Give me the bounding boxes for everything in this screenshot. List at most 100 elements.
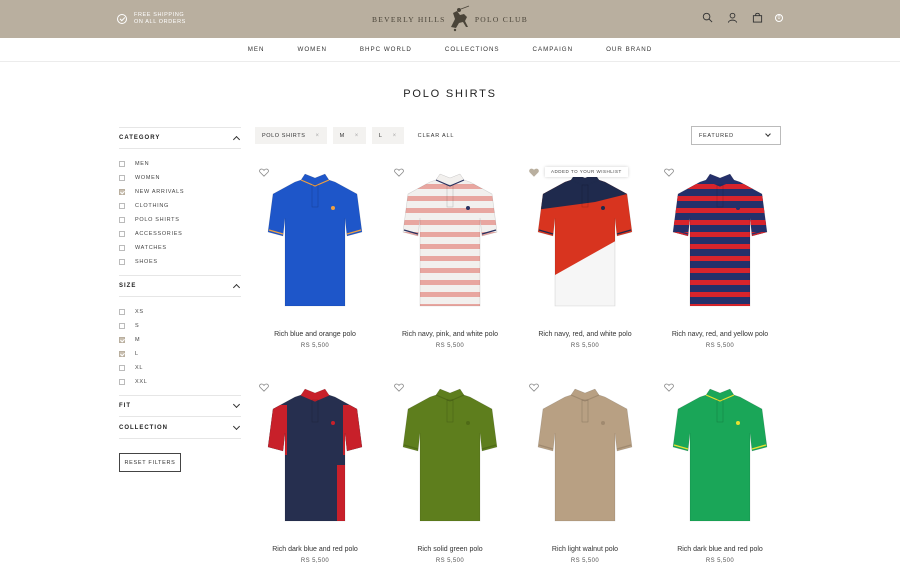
checkbox[interactable] (119, 189, 125, 195)
product-image[interactable] (265, 385, 365, 525)
fit-filter-header[interactable]: FIT (119, 395, 241, 417)
shopping-bag-icon[interactable] (752, 12, 763, 23)
checkbox[interactable] (119, 203, 125, 209)
nav-item-bhpc-world[interactable]: BHPC WORLD (360, 46, 412, 53)
wishlist-heart-icon[interactable] (259, 168, 269, 177)
checkbox[interactable] (119, 309, 125, 315)
product-name[interactable]: Rich navy, red, and yellow polo (660, 331, 780, 338)
category-option[interactable]: MEN (119, 157, 241, 171)
category-title: CATEGORY (119, 135, 161, 141)
checkbox[interactable] (119, 337, 125, 343)
checkbox[interactable] (119, 379, 125, 385)
polo-shirt-image[interactable] (265, 385, 365, 525)
product-image[interactable] (535, 385, 635, 525)
nav-item-collections[interactable]: COLLECTIONS (445, 46, 500, 53)
wishlist-heart-icon[interactable] (664, 168, 674, 177)
option-label: ACCESSORIES (135, 231, 183, 237)
product-name[interactable]: Rich dark blue and red polo (255, 546, 375, 553)
category-option[interactable]: WATCHES (119, 241, 241, 255)
product-card[interactable]: Rich navy, pink, and white polo RS 5,500 (390, 160, 510, 360)
size-filter-header[interactable]: SIZE (119, 275, 241, 297)
checkbox[interactable] (119, 217, 125, 223)
logo-text-left: BEVERLY HILLS (372, 14, 446, 24)
chip-label: POLO SHIRTS (262, 132, 306, 139)
filter-chip-m[interactable]: M × (332, 127, 366, 144)
bag-count-badge: 0 (775, 14, 783, 22)
size-option[interactable]: XS (119, 305, 241, 319)
checkbox[interactable] (119, 323, 125, 329)
polo-shirt-image[interactable] (400, 385, 500, 525)
product-name[interactable]: Rich navy, pink, and white polo (390, 331, 510, 338)
product-card[interactable]: Rich dark blue and red polo RS 5,500 (660, 375, 780, 568)
category-option[interactable]: CLOTHING (119, 199, 241, 213)
nav-item-our-brand[interactable]: OUR BRAND (606, 46, 652, 53)
category-option[interactable]: SHOES (119, 255, 241, 269)
polo-shirt-image[interactable] (535, 385, 635, 525)
category-filter-header[interactable]: CATEGORY (119, 127, 241, 149)
page-title: POLO SHIRTS (403, 88, 497, 100)
product-image[interactable] (670, 385, 770, 525)
product-card[interactable]: Rich dark blue and red polo RS 5,500 (255, 375, 375, 568)
close-icon[interactable]: × (393, 133, 397, 139)
polo-shirt-image[interactable] (400, 170, 500, 310)
product-image[interactable] (670, 170, 770, 310)
wishlist-heart-icon[interactable] (529, 168, 539, 177)
product-image[interactable] (400, 170, 500, 310)
sort-select[interactable]: FEATURED (691, 126, 781, 145)
wishlist-heart-icon[interactable] (664, 383, 674, 392)
product-name[interactable]: Rich navy, red, and white polo (525, 331, 645, 338)
clear-all-link[interactable]: CLEAR ALL (418, 133, 455, 139)
size-option[interactable]: L (119, 347, 241, 361)
product-name[interactable]: Rich blue and orange polo (255, 331, 375, 338)
wishlist-heart-icon[interactable] (259, 383, 269, 392)
collection-filter-header[interactable]: COLLECTION (119, 417, 241, 439)
filter-chip-l[interactable]: L × (371, 127, 404, 144)
close-icon[interactable]: × (355, 133, 359, 139)
product-name[interactable]: Rich solid green polo (390, 546, 510, 553)
brand-logo[interactable]: BEVERLY HILLS POLO CLUB (372, 4, 528, 34)
product-card[interactable]: Rich navy, red, and yellow polo RS 5,500 (660, 160, 780, 360)
polo-shirt-image[interactable] (265, 170, 365, 310)
filter-sidebar: CATEGORY MEN WOMEN NEW ARRIVALS CLOTHING POL… (119, 127, 241, 472)
reset-filters-button[interactable]: RESET FILTERS (119, 453, 181, 472)
product-card[interactable]: Rich blue and orange polo RS 5,500 (255, 160, 375, 360)
checkbox[interactable] (119, 161, 125, 167)
search-icon[interactable] (702, 12, 713, 23)
product-card[interactable]: Rich light walnut polo RS 5,500 (525, 375, 645, 568)
product-card[interactable]: Rich navy, red, and white polo RS 5,500 (525, 160, 645, 360)
checkbox[interactable] (119, 245, 125, 251)
checkbox[interactable] (119, 351, 125, 357)
size-option[interactable]: M (119, 333, 241, 347)
polo-shirt-image[interactable] (535, 170, 635, 310)
filter-chip-polo-shirts[interactable]: POLO SHIRTS × (255, 127, 327, 144)
polo-shirt-image[interactable] (670, 385, 770, 525)
size-option[interactable]: XXL (119, 375, 241, 389)
option-label: WATCHES (135, 245, 167, 251)
product-image[interactable] (400, 385, 500, 525)
checkbox[interactable] (119, 231, 125, 237)
nav-item-men[interactable]: MEN (248, 46, 265, 53)
product-price: RS 5,500 (300, 343, 330, 349)
category-option[interactable]: ACCESSORIES (119, 227, 241, 241)
product-card[interactable]: Rich solid green polo RS 5,500 (390, 375, 510, 568)
category-option[interactable]: WOMEN (119, 171, 241, 185)
polo-shirt-image[interactable] (670, 170, 770, 310)
wishlist-heart-icon[interactable] (529, 383, 539, 392)
checkbox[interactable] (119, 175, 125, 181)
user-account-icon[interactable] (727, 12, 738, 23)
nav-item-women[interactable]: WOMEN (298, 46, 327, 53)
wishlist-heart-icon[interactable] (394, 168, 404, 177)
product-name[interactable]: Rich dark blue and red polo (660, 546, 780, 553)
checkbox[interactable] (119, 259, 125, 265)
wishlist-heart-icon[interactable] (394, 383, 404, 392)
size-option[interactable]: XL (119, 361, 241, 375)
product-image[interactable] (265, 170, 365, 310)
size-option[interactable]: S (119, 319, 241, 333)
category-option[interactable]: POLO SHIRTS (119, 213, 241, 227)
nav-item-campaign[interactable]: CAMPAIGN (533, 46, 574, 53)
product-image[interactable] (535, 170, 635, 310)
category-option[interactable]: NEW ARRIVALS (119, 185, 241, 199)
product-name[interactable]: Rich light walnut polo (525, 546, 645, 553)
checkbox[interactable] (119, 365, 125, 371)
close-icon[interactable]: × (315, 133, 319, 139)
